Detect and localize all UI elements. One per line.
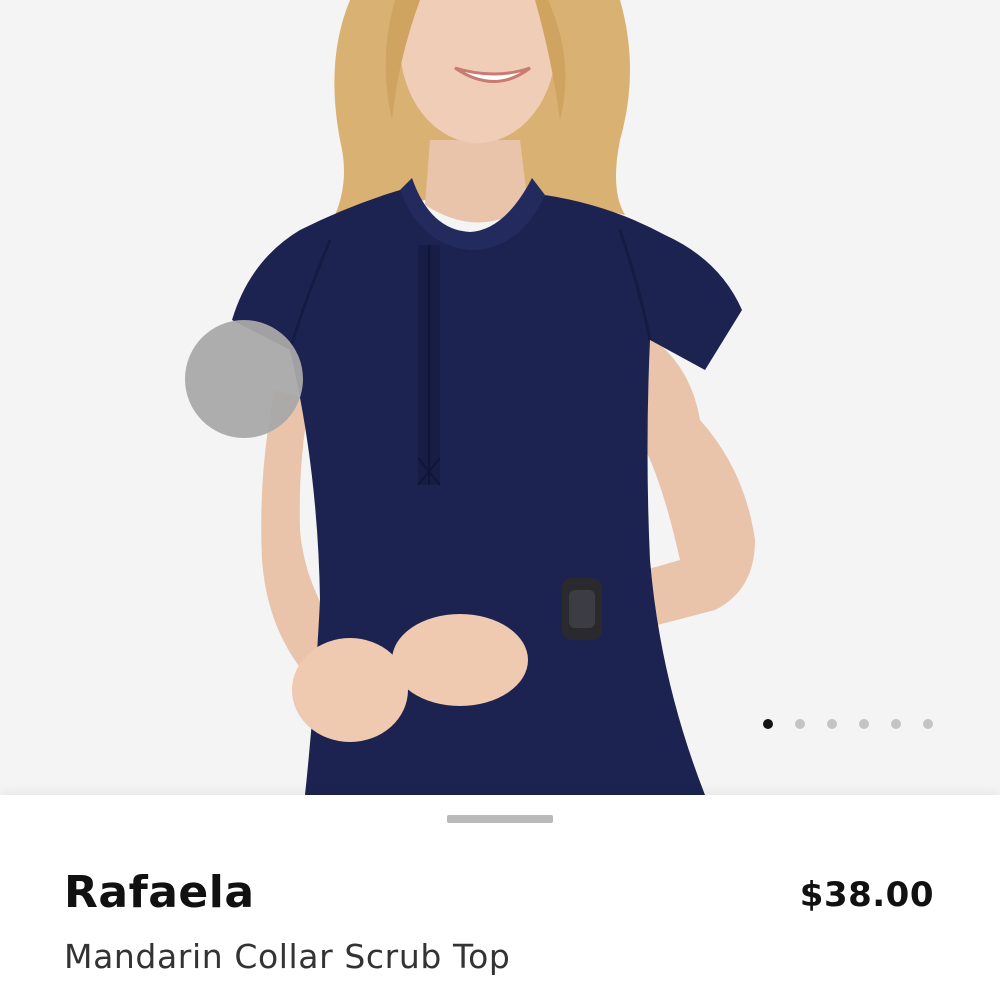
product-photo xyxy=(0,0,1000,795)
product-image-gallery[interactable] xyxy=(0,0,1000,795)
touch-indicator xyxy=(185,320,303,438)
pager-dot-4[interactable] xyxy=(859,719,869,729)
pager-dot-5[interactable] xyxy=(891,719,901,729)
product-subtitle: Mandarin Collar Scrub Top xyxy=(64,937,511,976)
pager-dot-1[interactable] xyxy=(763,719,773,729)
product-info-sheet[interactable]: Rafaela $38.00 Mandarin Collar Scrub Top xyxy=(0,795,1000,1000)
product-price: $38.00 xyxy=(799,875,934,915)
sheet-drag-handle[interactable] xyxy=(447,815,553,823)
gallery-pager[interactable] xyxy=(763,717,933,731)
product-name: Rafaela xyxy=(64,867,255,918)
pager-dot-6[interactable] xyxy=(923,719,933,729)
pager-dot-3[interactable] xyxy=(827,719,837,729)
pager-dot-2[interactable] xyxy=(795,719,805,729)
